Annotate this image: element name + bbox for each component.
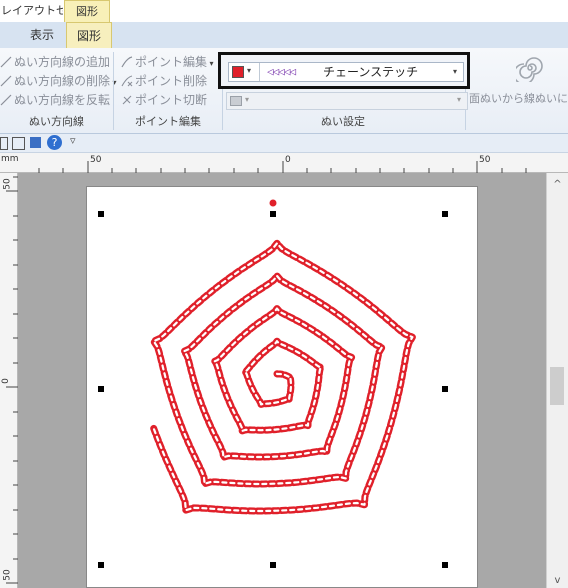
rotation-handle[interactable] <box>269 199 277 207</box>
scroll-thumb[interactable] <box>550 367 564 405</box>
selection-handles[interactable] <box>98 211 448 568</box>
selection-handle[interactable] <box>98 562 104 568</box>
selection-handle[interactable] <box>442 211 448 217</box>
scroll-down-icon[interactable]: v <box>547 575 568 586</box>
stitch-design[interactable] <box>0 0 568 588</box>
selection-handle[interactable] <box>442 386 448 392</box>
selection-handle[interactable] <box>270 211 276 217</box>
selection-handle[interactable] <box>98 211 104 217</box>
selection-handle[interactable] <box>98 386 104 392</box>
chain-stitch-path <box>150 239 416 515</box>
selection-handle[interactable] <box>270 562 276 568</box>
scroll-up-icon[interactable]: ^ <box>547 179 568 190</box>
vertical-scrollbar[interactable]: ^ v <box>546 173 568 588</box>
selection-handle[interactable] <box>442 562 448 568</box>
